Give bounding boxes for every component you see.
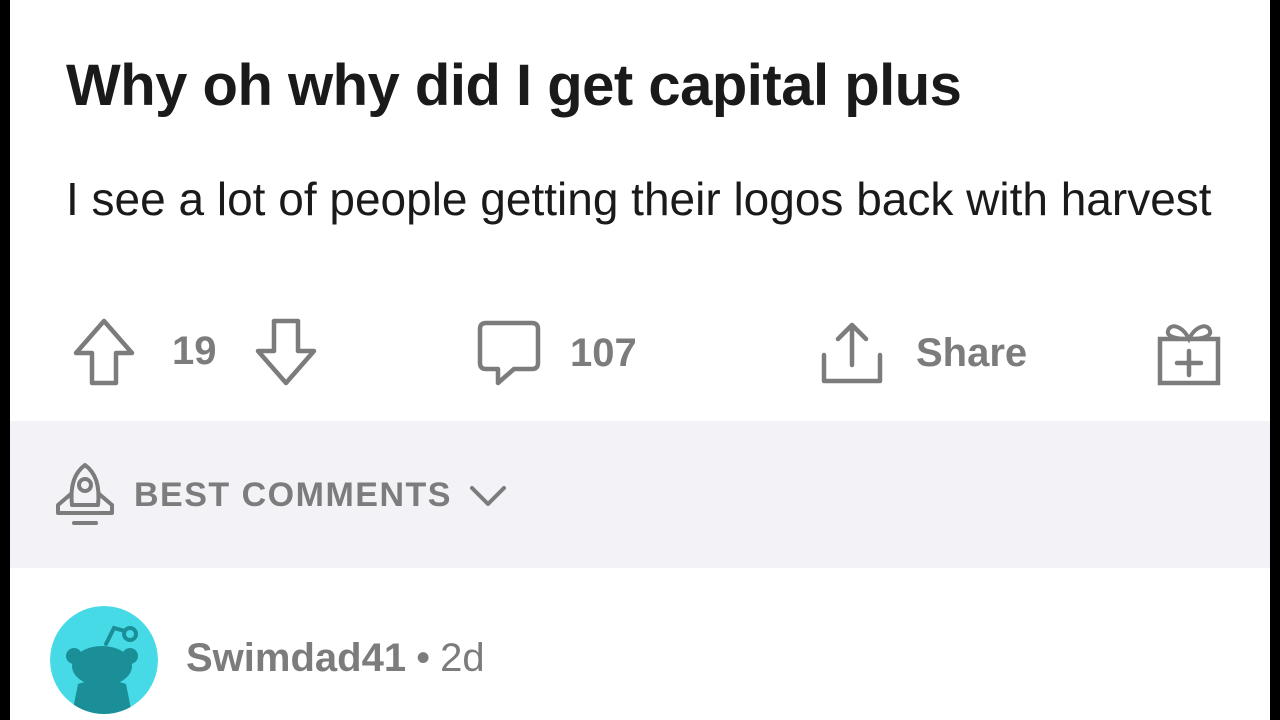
vote-count: 19 — [172, 329, 217, 373]
snoo-avatar-icon — [50, 606, 158, 714]
post-action-bar: 19 107 Share — [10, 315, 1270, 391]
comment-meta: Swimdad41 • 2d — [186, 636, 485, 681]
app-frame: Why oh why did I get capital plus I see … — [0, 0, 1280, 720]
avatar[interactable] — [50, 606, 158, 714]
chevron-down-icon — [469, 486, 506, 506]
comment-header: Swimdad41 • 2d — [10, 568, 1270, 720]
post-body: I see a lot of people getting their logo… — [66, 173, 1212, 225]
share-button[interactable]: Share — [818, 319, 1027, 387]
award-button[interactable] — [1156, 317, 1222, 387]
downvote-button[interactable] — [254, 317, 318, 387]
sort-label: BEST COMMENTS — [134, 475, 452, 514]
share-label: Share — [916, 330, 1028, 375]
upvote-arrow-icon — [73, 318, 135, 386]
rocket-icon — [56, 463, 114, 525]
comment-count: 107 — [570, 330, 637, 375]
upvote-button[interactable] — [72, 317, 136, 387]
comments-sort-bar: BEST COMMENTS — [10, 421, 1270, 568]
meta-separator: • — [416, 636, 431, 680]
comment-sort-dropdown[interactable]: BEST COMMENTS — [52, 461, 508, 529]
comment-age: 2d — [440, 636, 485, 680]
comments-button[interactable]: 107 — [476, 319, 637, 387]
post-card: Why oh why did I get capital plus I see … — [10, 0, 1270, 420]
post-title: Why oh why did I get capital plus — [66, 53, 962, 118]
speech-bubble-icon — [477, 320, 541, 386]
gift-box-icon — [1157, 324, 1221, 386]
share-upload-icon — [821, 322, 883, 384]
downvote-arrow-icon — [255, 318, 317, 386]
frame-edge-right — [1270, 0, 1280, 720]
comment-author[interactable]: Swimdad41 — [186, 636, 406, 681]
frame-edge-left — [0, 0, 10, 720]
